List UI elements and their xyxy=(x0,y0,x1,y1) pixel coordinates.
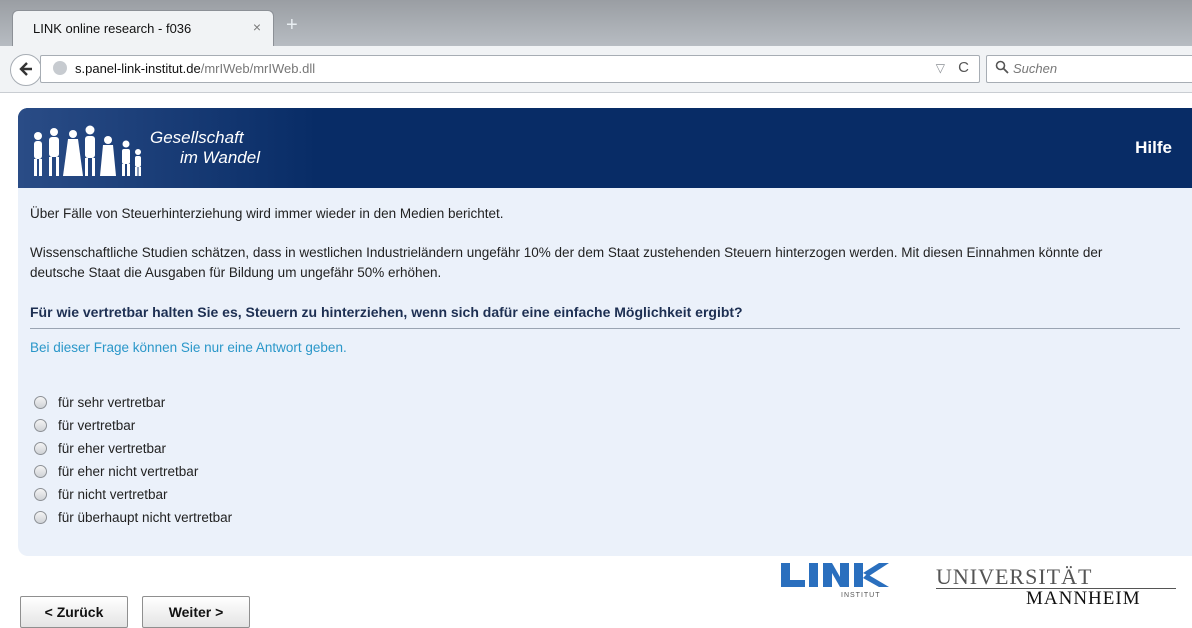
url-host: s.panel-link-institut.de xyxy=(75,61,201,76)
browser-tab-bar: LINK online research - f036 × + xyxy=(0,0,1192,47)
radio-button[interactable] xyxy=(34,419,47,432)
dropdown-icon[interactable]: ▽ xyxy=(936,61,945,75)
radio-button[interactable] xyxy=(34,488,47,501)
instruction-text: Bei dieser Frage können Sie nur eine Ant… xyxy=(30,340,347,355)
option-row[interactable]: für vertretbar xyxy=(34,414,232,437)
option-row[interactable]: für eher vertretbar xyxy=(34,437,232,460)
tab-close-icon[interactable]: × xyxy=(253,19,261,35)
university-logo-line2: MANNHEIM xyxy=(1026,588,1141,609)
back-arrow-icon[interactable] xyxy=(10,54,42,86)
radio-button[interactable] xyxy=(34,396,47,409)
intro-text: Über Fälle von Steuerhinterziehung wird … xyxy=(30,206,504,221)
globe-icon xyxy=(53,61,67,75)
intro-study-text: Wissenschaftliche Studien schätzen, dass… xyxy=(30,245,1103,280)
survey-card: Gesellschaft im Wandel Hilfe Über Fälle … xyxy=(18,108,1192,556)
question-text: Für wie vertretbar halten Sie es, Steuer… xyxy=(30,304,743,320)
search-icon xyxy=(995,60,1009,79)
option-row[interactable]: für sehr vertretbar xyxy=(34,391,232,414)
logo-text-line1: Gesellschaft xyxy=(150,128,244,147)
option-label[interactable]: für eher vertretbar xyxy=(58,441,166,456)
help-link[interactable]: Hilfe xyxy=(1135,138,1172,158)
university-logo-line1: UNIVERSITÄT xyxy=(936,564,1093,589)
option-row[interactable]: für eher nicht vertretbar xyxy=(34,460,232,483)
reload-icon[interactable]: C xyxy=(958,59,969,76)
answer-options: für sehr vertretbar für vertretbar für e… xyxy=(34,391,232,529)
new-tab-icon[interactable]: + xyxy=(286,14,298,37)
address-bar[interactable]: s.panel-link-institut.de/mrIWeb/mrIWeb.d… xyxy=(40,55,980,83)
back-button[interactable]: < Zurück xyxy=(20,596,128,628)
option-row[interactable]: für nicht vertretbar xyxy=(34,483,232,506)
browser-tab[interactable]: LINK online research - f036 × xyxy=(12,10,274,47)
url-text: s.panel-link-institut.de/mrIWeb/mrIWeb.d… xyxy=(75,61,315,76)
search-input[interactable]: Suchen xyxy=(986,55,1192,83)
link-logo-subtitle: INSTITUT xyxy=(841,592,881,599)
radio-button[interactable] xyxy=(34,465,47,478)
option-row[interactable]: für überhaupt nicht vertretbar xyxy=(34,506,232,529)
divider xyxy=(30,328,1180,329)
logo-text-line2: im Wandel xyxy=(180,148,260,167)
tab-title: LINK online research - f036 xyxy=(33,21,192,36)
browser-nav-bar: s.panel-link-institut.de/mrIWeb/mrIWeb.d… xyxy=(0,46,1192,93)
option-label[interactable]: für sehr vertretbar xyxy=(58,395,165,410)
option-label[interactable]: für überhaupt nicht vertretbar xyxy=(58,510,232,525)
link-institut-logo-icon xyxy=(781,563,889,587)
people-logo-icon xyxy=(34,125,141,176)
url-path: /mrIWeb/mrIWeb.dll xyxy=(200,61,316,76)
option-label[interactable]: für eher nicht vertretbar xyxy=(58,464,198,479)
radio-button[interactable] xyxy=(34,511,47,524)
option-label[interactable]: für vertretbar xyxy=(58,418,135,433)
next-button[interactable]: Weiter > xyxy=(142,596,250,628)
site-header: Gesellschaft im Wandel Hilfe xyxy=(18,108,1192,188)
radio-button[interactable] xyxy=(34,442,47,455)
search-placeholder: Suchen xyxy=(1013,61,1058,76)
option-label[interactable]: für nicht vertretbar xyxy=(58,487,168,502)
